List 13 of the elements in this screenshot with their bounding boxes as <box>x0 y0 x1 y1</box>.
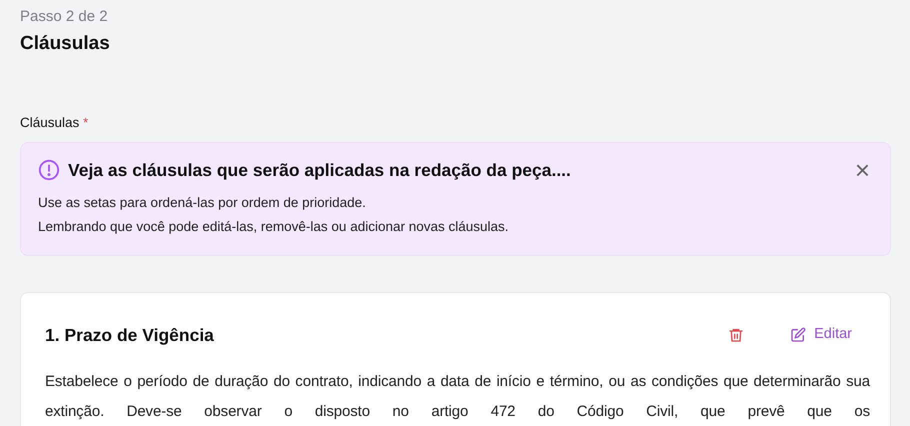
trash-icon <box>728 326 744 343</box>
alert-text: Use as setas para ordená-las por ordem de prioridade. <box>38 194 367 212</box>
step-indicator: Passo 2 de 2 <box>20 7 109 27</box>
exclamation-icon <box>38 158 60 181</box>
edit-button[interactable]: Editar <box>790 324 852 346</box>
clause-text: Estabelece o período de duração do contrato, indicando a data de início e término, ou as condições que determinarão sua extinção. Deve-se observar o disposto no artigo 472 do Código Civil, que prevê que os <box>45 372 870 422</box>
clause-title: 1. Prazo de Vigência <box>45 324 215 347</box>
close-button[interactable]: × <box>850 156 874 183</box>
pencil-icon <box>790 327 806 343</box>
page-title: Cláusulas <box>20 32 111 56</box>
alert-title: Veja as cláusulas que serão aplicadas na redação da peça.... <box>68 158 572 182</box>
alert-text: Lembrando que você pode editá-las, removê-las ou adicionar novas cláusulas. <box>38 218 510 236</box>
field-label: Cláusulas * <box>20 114 90 132</box>
